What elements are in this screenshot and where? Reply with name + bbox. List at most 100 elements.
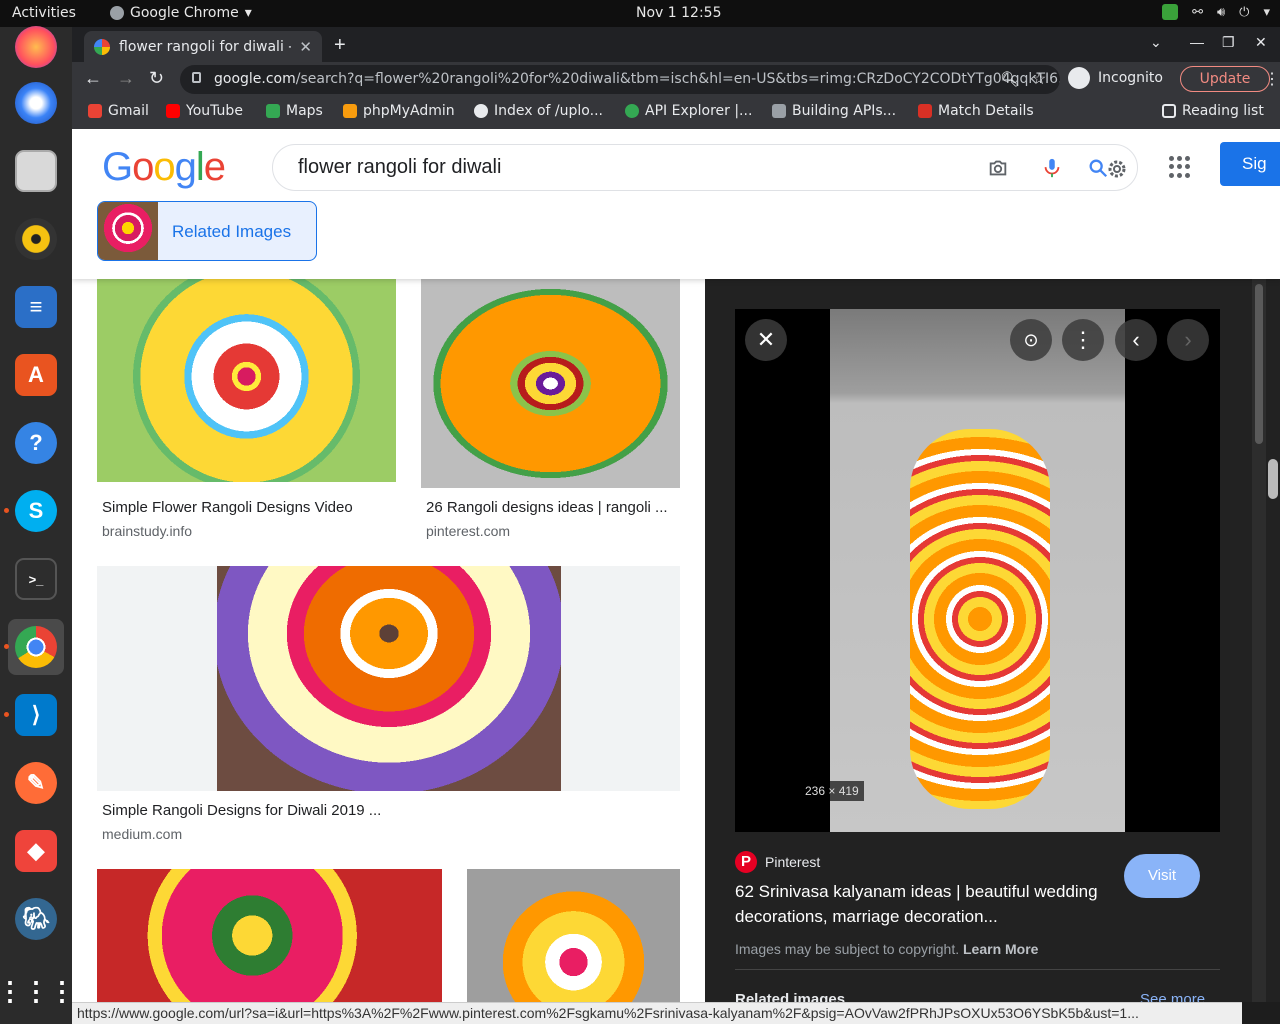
bookmark-index[interactable]: Index of /uplo... [474,103,603,119]
previous-icon[interactable]: ‹ [1115,319,1157,361]
result-source-2[interactable]: pinterest.com [426,523,510,539]
bookmark-api-explorer[interactable]: API Explorer |... [625,103,752,119]
lens-search-icon[interactable]: ⊙ [1010,319,1052,361]
web-page: Google Sig [72,129,1280,1002]
dock-pgadmin[interactable]: 🐘︎ [8,891,64,947]
reload-button[interactable]: ↻ [149,68,164,89]
bookmark-label: API Explorer |... [645,103,753,119]
lock-icon[interactable] [192,72,201,83]
reading-list-button[interactable]: Reading list [1162,103,1264,119]
skype-icon: S [15,490,57,532]
source-row[interactable]: P Pinterest [735,851,820,873]
files-icon [15,150,57,192]
search-box[interactable] [272,144,1138,191]
bookmark-building-apis[interactable]: Building APIs... [772,103,896,119]
bookmarks-bar: Gmail YouTube Maps phpMyAdmin Index of /… [72,96,1280,129]
see-more-link[interactable]: See more [1140,991,1205,1002]
close-icon[interactable]: ✕ [299,38,312,56]
result-image-5[interactable] [467,869,680,1002]
next-icon[interactable]: › [1167,319,1209,361]
tab-active[interactable]: flower rangoli for diwali - ✕ [84,31,322,62]
dock-skype[interactable]: S [4,483,64,539]
thunderbird-icon [15,82,57,124]
caret-down-icon: ▾ [1263,4,1270,20]
dock-thunderbird[interactable] [8,75,64,131]
incognito-label: Incognito [1098,70,1163,86]
address-bar[interactable]: google.com/search?q=flower%20rangoli%20f… [180,65,1060,94]
visit-button[interactable]: Visit [1124,854,1200,898]
maps-icon [266,104,280,118]
result-source-3[interactable]: medium.com [102,826,182,842]
result-image-4[interactable] [97,869,442,1002]
close-icon[interactable]: ✕ [745,319,787,361]
result-title-3[interactable]: Simple Rangoli Designs for Diwali 2019 .… [102,802,502,819]
dock-terminal[interactable]: >_ [8,551,64,607]
update-label: Update [1199,71,1251,87]
maximize-button[interactable]: ❐ [1222,34,1235,51]
minimize-button[interactable]: — [1190,34,1204,50]
panel-scroll-thumb[interactable] [1255,284,1263,444]
dock-postman[interactable]: ✎ [8,755,64,811]
dock-anydesk[interactable]: ◆ [8,823,64,879]
bookmark-match-details[interactable]: Match Details [918,103,1034,119]
preview-title[interactable]: 62 Srinivasa kalyanam ideas | beautiful … [735,879,1115,929]
tab-search-icon[interactable]: ⌄ [1150,34,1162,51]
panel-scrollbar[interactable] [1252,279,1266,1002]
google-logo[interactable]: Google [102,145,226,190]
dock-chrome[interactable] [4,619,64,675]
related-images-chip[interactable]: Related Images [97,201,317,261]
app-menu-label: Google Chrome [130,5,239,21]
zoom-icon[interactable]: 🔍︎ [1000,70,1019,88]
system-tray[interactable]: ⚯ 🔊︎ ⏻ ▾ [1162,4,1270,20]
sign-in-button[interactable]: Sig [1220,142,1280,186]
search-input[interactable] [298,156,948,179]
menu-kebab-icon[interactable]: ⋮ [1264,69,1280,89]
shield-check-icon [1162,4,1179,20]
app-menu[interactable]: Google Chrome ▾ [110,5,252,21]
dock-software[interactable]: A [8,347,64,403]
dock-files[interactable] [8,143,64,199]
desktop: Activities Google Chrome ▾ Nov 1 12:55 ⚯… [0,0,1280,1024]
copyright-notice: Images may be subject to copyright. Lear… [735,941,1038,957]
settings-gear-icon[interactable] [1105,157,1127,179]
new-tab-button[interactable]: + [334,34,346,57]
dock-help[interactable]: ? [8,415,64,471]
image-preview-panel: ✕ ⊙ ⋮ ‹ › 236 × 419 P Pinterest 62 Srini… [705,279,1280,1002]
building-apis-icon [772,104,786,118]
bookmark-youtube[interactable]: YouTube [166,103,243,119]
result-title-2[interactable]: 26 Rangoli designs ideas | rangoli ... [426,499,680,516]
bookmark-gmail[interactable]: Gmail [88,103,149,119]
system-top-bar: Activities Google Chrome ▾ Nov 1 12:55 ⚯… [0,0,1280,27]
show-applications[interactable]: ⋮⋮⋮ [0,963,75,1019]
result-image-1[interactable] [97,279,396,482]
dock-vscode[interactable]: ⟩ [4,687,64,743]
dock-rhythmbox[interactable] [8,211,64,267]
more-options-icon[interactable]: ⋮ [1062,319,1104,361]
clock[interactable]: Nov 1 12:55 [636,5,721,21]
bookmark-star-icon[interactable]: ☆ [1032,69,1046,89]
dock-writer[interactable]: ≡ [8,279,64,335]
globe-icon [474,104,488,118]
incognito-indicator[interactable]: Incognito [1068,67,1163,89]
learn-more-link[interactable]: Learn More [963,941,1038,957]
page-scroll-thumb[interactable] [1268,459,1278,499]
preview-image[interactable] [830,309,1125,832]
dock-firefox[interactable] [8,19,64,75]
address-path: /search?q=flower%20rangoli%20for%20diwal… [295,71,1060,87]
bookmark-maps[interactable]: Maps [266,103,323,119]
google-favicon-icon [94,38,110,55]
microphone-icon[interactable] [1041,157,1063,179]
result-image-2[interactable] [421,279,680,488]
forward-button[interactable]: → [117,68,135,89]
window-close-button[interactable]: ✕ [1255,34,1267,51]
bookmark-label: Gmail [108,103,149,119]
back-button[interactable]: ← [84,68,102,89]
result-image-3-frame[interactable] [97,566,680,791]
google-apps-icon[interactable] [1169,156,1191,178]
result-source-1[interactable]: brainstudy.info [102,523,192,539]
bookmark-phpmyadmin[interactable]: phpMyAdmin [343,103,455,119]
bookmark-label: YouTube [186,103,243,119]
update-button[interactable]: Update [1180,66,1270,92]
camera-icon[interactable] [987,157,1009,179]
result-title-1[interactable]: Simple Flower Rangoli Designs Video [102,499,397,516]
